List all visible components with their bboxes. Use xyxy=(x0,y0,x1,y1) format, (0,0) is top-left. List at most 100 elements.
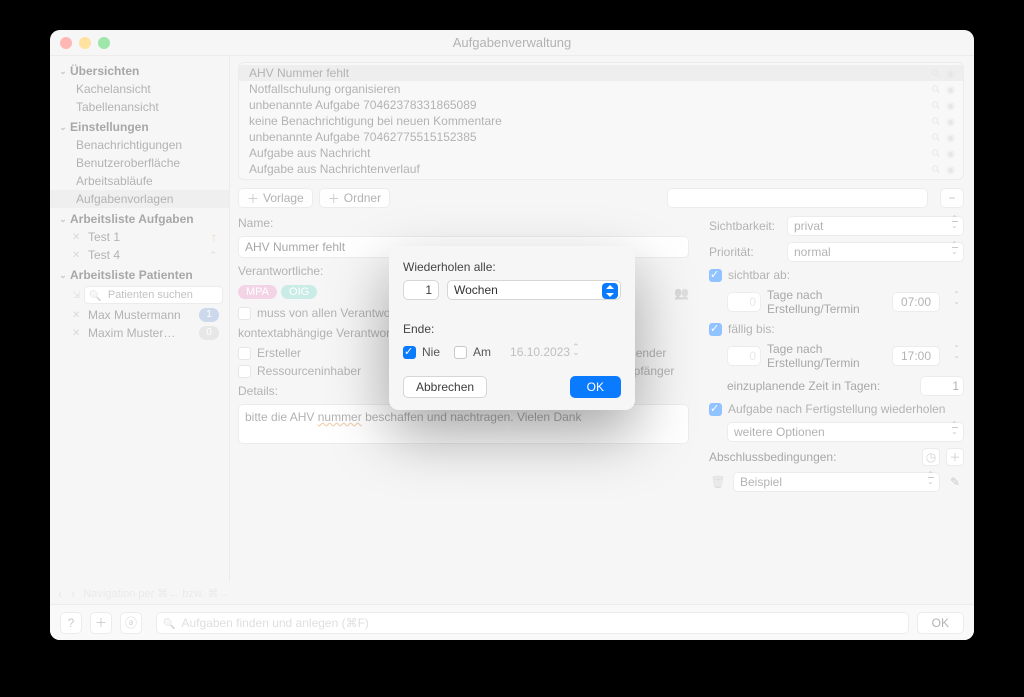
help-icon xyxy=(68,616,75,630)
pin-icon[interactable] xyxy=(932,98,940,112)
eye-icon[interactable] xyxy=(946,114,955,128)
titlebar: Aufgabenverwaltung xyxy=(50,30,974,56)
sidebar-group-settings[interactable]: ⌄ Einstellungen xyxy=(50,118,229,136)
priority-select[interactable]: normal xyxy=(787,242,964,262)
link-icon[interactable]: ⇲ xyxy=(72,290,80,301)
nav-back-button[interactable]: ‹ xyxy=(58,585,63,601)
cancel-button[interactable]: Abbrechen xyxy=(403,376,487,398)
nav-hint-text: Navigation per ⌘← bzw. ⌘→ xyxy=(83,587,229,600)
task-row[interactable]: Aufgabe aus Nachrichtenverlauf xyxy=(239,161,963,177)
sidebar-group-worklist-tasks[interactable]: ⌄ Arbeitsliste Aufgaben xyxy=(50,210,229,228)
ok-button[interactable]: OK xyxy=(570,376,621,398)
sidebar-item-patient[interactable]: ✕ Maxim Muster… 0 xyxy=(50,324,229,342)
search-icon xyxy=(163,616,175,630)
plan-days-input[interactable]: 1 xyxy=(920,376,964,396)
close-window-button[interactable] xyxy=(60,37,72,49)
pin-icon[interactable] xyxy=(932,162,940,176)
sidebar-item-kachelansicht[interactable]: Kachelansicht xyxy=(50,80,229,98)
pin-icon[interactable] xyxy=(932,114,940,128)
delete-condition-button[interactable] xyxy=(709,473,727,491)
role-checkbox[interactable] xyxy=(238,365,251,378)
add-button[interactable]: ＋ xyxy=(90,612,112,634)
filter-input[interactable] xyxy=(667,188,928,208)
close-icon[interactable]: ✕ xyxy=(72,250,82,261)
eye-icon[interactable] xyxy=(946,162,955,176)
role-checkbox[interactable] xyxy=(238,347,251,360)
visible-days-input[interactable]: 0 xyxy=(727,292,761,312)
remove-button[interactable]: − xyxy=(940,188,964,208)
end-never-checkbox[interactable] xyxy=(403,346,416,359)
visibility-select[interactable]: privat xyxy=(787,216,964,236)
task-row[interactable]: unbenannte Aufgabe 70462775515152385 xyxy=(239,129,963,145)
task-row[interactable]: AHV Nummer fehlt xyxy=(239,65,963,81)
sidebar-item-test1[interactable]: ✕ Test 1 ↑ xyxy=(50,228,229,246)
clock-button[interactable] xyxy=(922,448,940,466)
chevron-down-icon: ⌄ xyxy=(58,122,68,133)
add-folder-button[interactable]: ＋Ordner xyxy=(319,188,390,208)
pin-icon[interactable] xyxy=(932,66,940,80)
time-stepper[interactable] xyxy=(946,293,964,311)
nav-forward-button[interactable]: › xyxy=(71,585,76,601)
sidebar-group-overview[interactable]: ⌄ Übersichten xyxy=(50,62,229,80)
due-checkbox[interactable] xyxy=(709,323,722,336)
repeat-checkbox[interactable] xyxy=(709,403,722,416)
sidebar-item-benutzeroberflaeche[interactable]: Benutzeroberfläche xyxy=(50,154,229,172)
sidebar-group-worklist-patients[interactable]: ⌄ Arbeitsliste Patienten xyxy=(50,266,229,284)
eye-icon[interactable] xyxy=(946,130,955,144)
pin-icon[interactable] xyxy=(932,130,940,144)
chevron-down-icon: ⌄ xyxy=(58,270,68,281)
repeat-unit-select[interactable]: Wochen xyxy=(447,280,621,300)
all-responsible-checkbox[interactable] xyxy=(238,307,251,320)
close-icon[interactable]: ✕ xyxy=(72,328,82,339)
pin-icon[interactable] xyxy=(932,146,940,160)
sidebar: ⌄ Übersichten Kachelansicht Tabellenansi… xyxy=(50,56,230,582)
add-template-button[interactable]: ＋Vorlage xyxy=(238,188,313,208)
repeat-dialog: Wiederholen alle: 1 Wochen Ende: Nie Am … xyxy=(389,246,635,410)
people-picker-icon[interactable] xyxy=(674,284,689,300)
due-days-input[interactable]: 0 xyxy=(727,346,761,366)
close-icon[interactable]: ✕ xyxy=(72,232,82,243)
eye-icon[interactable] xyxy=(946,82,955,96)
chevron-down-icon: ⌄ xyxy=(58,66,68,77)
dropdown-icon xyxy=(602,283,618,299)
task-row[interactable]: Notfallschulung organisieren xyxy=(239,81,963,97)
name-label: Name: xyxy=(238,216,689,230)
sidebar-item-arbeitsablaeufe[interactable]: Arbeitsabläufe xyxy=(50,172,229,190)
eye-icon[interactable] xyxy=(946,146,955,160)
end-date-field[interactable]: 16.10.2023 xyxy=(505,342,585,362)
patient-search-input[interactable] xyxy=(84,286,223,304)
annotation-button[interactable] xyxy=(120,612,142,634)
task-row[interactable]: unbenannte Aufgabe 70462378331865089 xyxy=(239,97,963,113)
task-template-list[interactable]: AHV Nummer fehlt Notfallschulung organis… xyxy=(238,62,964,180)
pin-icon[interactable] xyxy=(932,82,940,96)
end-on-checkbox[interactable] xyxy=(454,346,467,359)
sidebar-item-benachrichtigungen[interactable]: Benachrichtigungen xyxy=(50,136,229,154)
visible-time-input[interactable]: 07:00 xyxy=(892,292,940,312)
close-icon[interactable]: ✕ xyxy=(72,310,82,321)
repeat-count-input[interactable]: 1 xyxy=(403,280,439,300)
global-search-input[interactable]: Aufgaben finden und anlegen (⌘F) xyxy=(156,612,909,634)
zoom-window-button[interactable] xyxy=(98,37,110,49)
patient-search-field[interactable] xyxy=(106,288,218,302)
task-row[interactable]: Aufgabe aus Nachricht xyxy=(239,145,963,161)
task-row[interactable]: keine Benachrichtigung bei neuen Komment… xyxy=(239,113,963,129)
footer-ok-button[interactable]: OK xyxy=(917,612,964,634)
sidebar-item-patient[interactable]: ✕ Max Mustermann 1 xyxy=(50,306,229,324)
tag-mpa[interactable]: MPA xyxy=(238,285,277,299)
more-options-select[interactable]: weitere Optionen xyxy=(727,422,964,442)
add-condition-button[interactable] xyxy=(946,448,964,466)
due-time-input[interactable]: 17:00 xyxy=(892,346,940,366)
details-textarea[interactable]: bitte die AHV nummer beschaffen und nach… xyxy=(238,404,689,444)
sidebar-item-aufgabenvorlagen[interactable]: Aufgabenvorlagen xyxy=(50,190,229,208)
edit-condition-button[interactable] xyxy=(946,473,964,491)
sidebar-item-tabellenansicht[interactable]: Tabellenansicht xyxy=(50,98,229,116)
tag-oig[interactable]: OIG xyxy=(281,285,317,299)
sidebar-item-test4[interactable]: ✕ Test 4 ⌃ xyxy=(50,246,229,264)
visible-from-checkbox[interactable] xyxy=(709,269,722,282)
time-stepper[interactable] xyxy=(946,347,964,365)
eye-icon[interactable] xyxy=(946,66,955,80)
eye-icon[interactable] xyxy=(946,98,955,112)
help-button[interactable] xyxy=(60,612,82,634)
condition-select[interactable]: Beispiel xyxy=(733,472,940,492)
minimize-window-button[interactable] xyxy=(79,37,91,49)
